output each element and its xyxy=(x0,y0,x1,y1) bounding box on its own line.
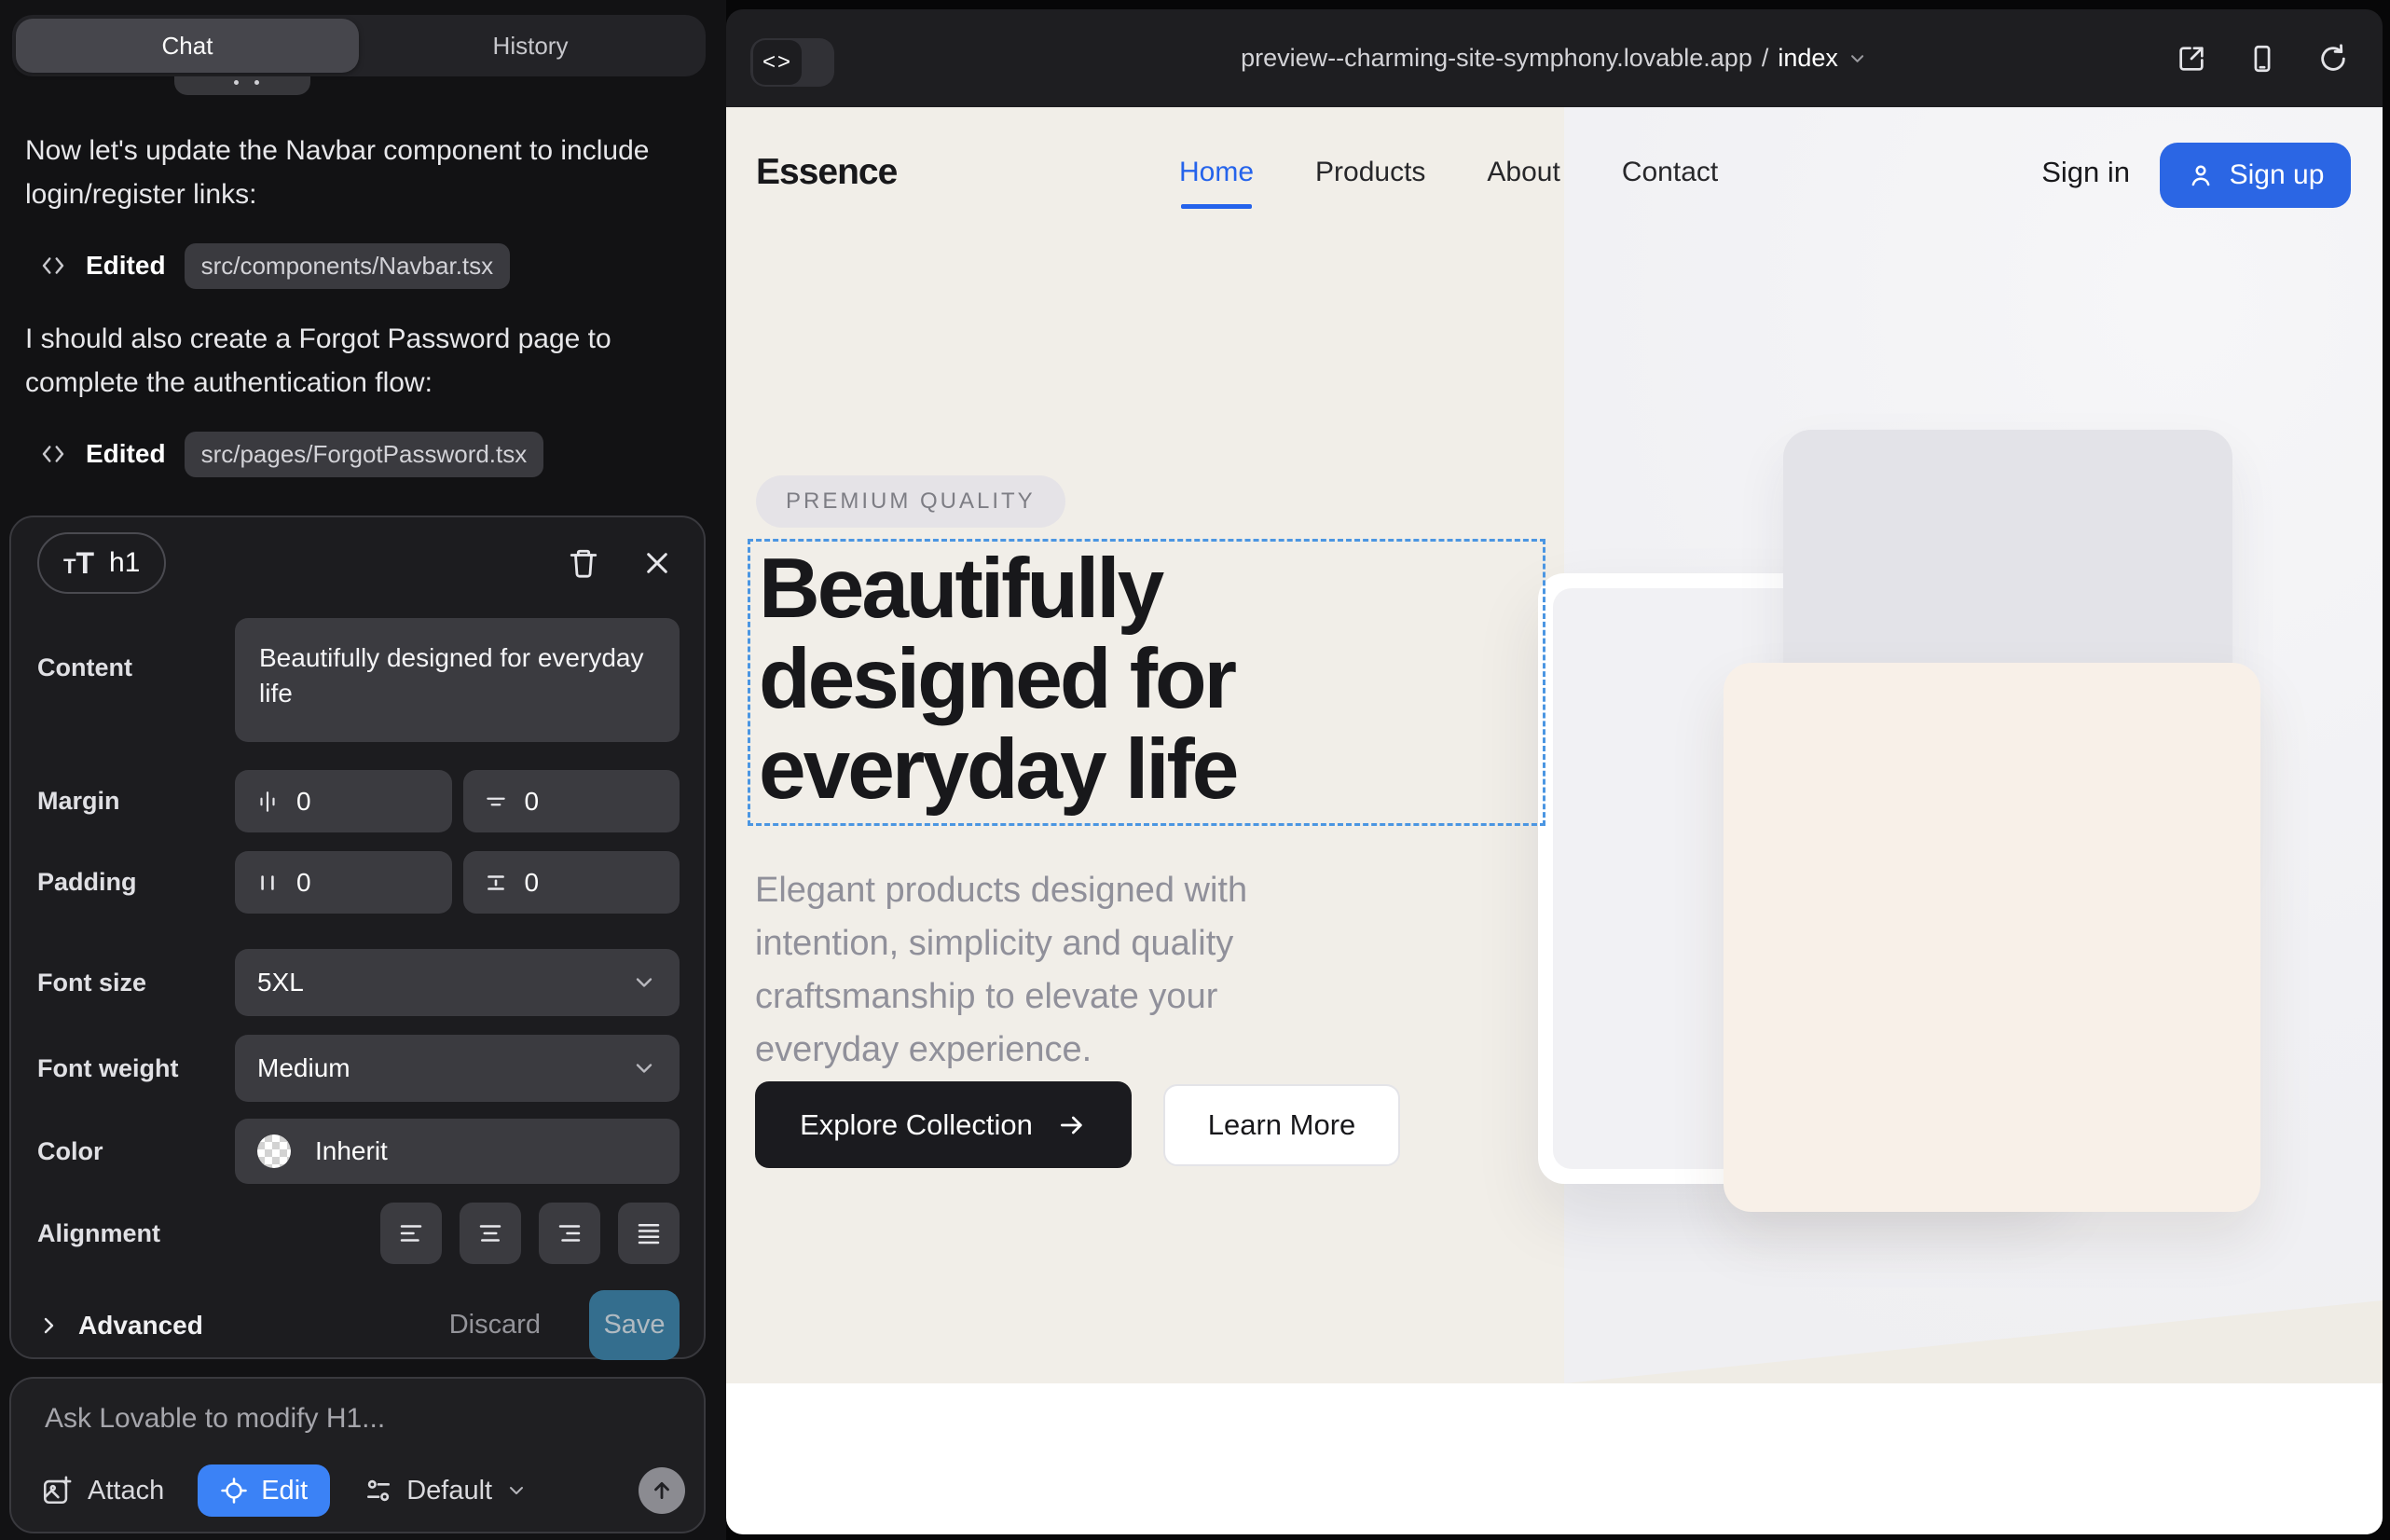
send-button[interactable] xyxy=(639,1467,685,1514)
edited-file-path[interactable]: src/components/Navbar.tsx xyxy=(185,243,511,289)
selected-element-tag[interactable]: TT h1 xyxy=(37,532,166,594)
save-button[interactable]: Save xyxy=(589,1290,680,1360)
sign-up-button[interactable]: Sign up xyxy=(2160,143,2351,208)
typography-icon: TT xyxy=(63,546,94,581)
user-icon xyxy=(2187,161,2215,189)
padding-field-label: Padding xyxy=(37,868,235,897)
crosshair-icon xyxy=(220,1477,248,1505)
attach-image-icon xyxy=(41,1475,73,1506)
font-size-field-label: Font size xyxy=(37,969,235,997)
element-tag-label: h1 xyxy=(109,547,140,579)
code-icon xyxy=(39,252,67,280)
delete-element-button[interactable] xyxy=(568,547,599,579)
font-size-select[interactable]: 5XL xyxy=(235,949,680,1016)
align-justify-button[interactable] xyxy=(618,1203,680,1264)
sign-in-link[interactable]: Sign in xyxy=(2041,156,2130,189)
url-bar[interactable]: preview--charming-site-symphony.lovable.… xyxy=(1241,9,1868,107)
discard-button[interactable]: Discard xyxy=(449,1310,541,1341)
code-preview-toggle[interactable]: <> xyxy=(750,38,834,87)
content-input[interactable]: Beautifully designed for everyday life xyxy=(235,618,680,742)
preview-browser-frame: <> preview--charming-site-symphony.lovab… xyxy=(726,9,2383,1534)
nav-link-home[interactable]: Home xyxy=(1179,157,1254,188)
edited-label: Edited xyxy=(86,439,166,469)
model-selector[interactable]: Default xyxy=(364,1476,528,1506)
padding-vertical-icon xyxy=(484,871,508,895)
align-right-button[interactable] xyxy=(539,1203,600,1264)
padding-horizontal-input[interactable]: 0 xyxy=(235,851,452,914)
hero-badge: PREMIUM QUALITY xyxy=(756,475,1065,528)
attach-button[interactable]: Attach xyxy=(41,1475,164,1506)
chat-message: Now let's update the Navbar component to… xyxy=(25,129,659,216)
chevron-down-icon xyxy=(631,1055,657,1081)
selected-element-outline[interactable]: Beautifully designed for everyday life xyxy=(748,539,1545,826)
chat-input-box: Attach Edit Default xyxy=(9,1377,706,1533)
color-field-label: Color xyxy=(37,1137,235,1166)
preview-domain: preview--charming-site-symphony.lovable.… xyxy=(1241,44,1752,73)
tab-chat[interactable]: Chat xyxy=(16,19,359,73)
code-icon: <> xyxy=(753,40,802,85)
alignment-field-label: Alignment xyxy=(37,1219,235,1248)
code-icon xyxy=(39,440,67,468)
font-weight-field-label: Font weight xyxy=(37,1054,235,1083)
arrow-right-icon xyxy=(1057,1110,1087,1140)
site-preview: Essence Home Products About Contact Sign… xyxy=(726,107,2383,1534)
edited-file-row[interactable]: Edited src/components/Navbar.tsx xyxy=(39,243,510,288)
hero-heading[interactable]: Beautifully designed for everyday life xyxy=(759,543,1236,815)
padding-vertical-input[interactable]: 0 xyxy=(463,851,680,914)
arrow-up-icon xyxy=(650,1478,674,1503)
site-logo[interactable]: Essence xyxy=(756,152,897,193)
chat-history-tabs: Chat History xyxy=(12,15,706,76)
refresh-button[interactable] xyxy=(2317,43,2349,75)
edited-label: Edited xyxy=(86,251,166,281)
align-center-button[interactable] xyxy=(460,1203,521,1264)
margin-vertical-icon xyxy=(484,790,508,814)
edit-mode-button[interactable]: Edit xyxy=(198,1464,330,1517)
chevron-down-icon xyxy=(1847,48,1868,69)
lovable-sidebar: Chat History Now let's update the Navbar… xyxy=(0,0,726,1540)
hero-paragraph: Elegant products designed with intention… xyxy=(755,864,1324,1077)
open-external-button[interactable] xyxy=(2176,43,2207,75)
site-navbar: Essence Home Products About Contact Sign… xyxy=(726,107,2383,238)
advanced-toggle[interactable]: Advanced xyxy=(37,1311,203,1341)
nav-link-products[interactable]: Products xyxy=(1315,157,1425,188)
mobile-view-button[interactable] xyxy=(2246,43,2278,75)
margin-vertical-input[interactable]: 0 xyxy=(463,770,680,832)
chat-message: I should also create a Forgot Password p… xyxy=(25,317,659,405)
margin-field-label: Margin xyxy=(37,787,235,816)
truncated-badge xyxy=(174,76,310,95)
chevron-down-icon xyxy=(505,1479,528,1502)
explore-collection-button[interactable]: Explore Collection xyxy=(755,1081,1132,1168)
preview-path: index xyxy=(1778,44,1838,73)
edited-file-path[interactable]: src/pages/ForgotPassword.tsx xyxy=(185,432,544,477)
font-weight-select[interactable]: Medium xyxy=(235,1035,680,1102)
sliders-icon xyxy=(364,1476,393,1506)
tab-history[interactable]: History xyxy=(359,19,702,73)
decorative-card-cream xyxy=(1724,663,2260,1212)
edited-file-row[interactable]: Edited src/pages/ForgotPassword.tsx xyxy=(39,432,543,476)
nav-link-about[interactable]: About xyxy=(1487,157,1559,188)
browser-toolbar: <> preview--charming-site-symphony.lovab… xyxy=(726,9,2383,107)
nav-link-contact[interactable]: Contact xyxy=(1622,157,1718,188)
margin-horizontal-input[interactable]: 0 xyxy=(235,770,452,832)
margin-horizontal-icon xyxy=(255,790,280,814)
color-swatch xyxy=(257,1134,291,1168)
content-field-label: Content xyxy=(37,653,235,682)
url-separator: / xyxy=(1762,44,1769,73)
chat-input[interactable] xyxy=(45,1403,604,1435)
chevron-down-icon xyxy=(631,969,657,996)
element-editor-panel: TT h1 Content Beautifully designed for e… xyxy=(9,516,706,1359)
align-left-button[interactable] xyxy=(380,1203,442,1264)
color-select[interactable]: Inherit xyxy=(235,1119,680,1184)
padding-horizontal-icon xyxy=(255,871,280,895)
close-editor-button[interactable] xyxy=(642,548,672,578)
learn-more-button[interactable]: Learn More xyxy=(1163,1084,1400,1166)
